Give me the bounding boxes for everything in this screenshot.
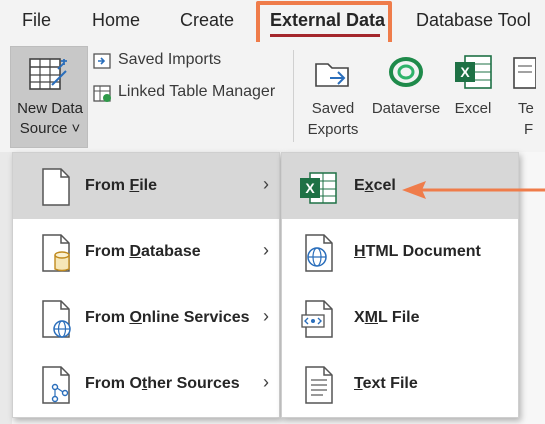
text-file-icon [513,57,537,89]
new-data-source-label-1: New Data [17,100,83,117]
saved-exports-label-2: Exports [307,121,359,138]
tab-create[interactable]: Create [180,10,234,31]
ribbon-body: New Data Source ˅ Saved Imports Linked T… [0,42,545,152]
menu-item-from-online-services[interactable]: From Online Services › [13,285,279,351]
menu-item-from-other-sources[interactable]: From Other Sources › [13,351,279,417]
dataverse-label: Dataverse [371,100,441,117]
external-data-highlight-box [256,1,392,48]
export-excel-button[interactable]: X Excel [447,52,499,119]
dataverse-button[interactable]: Dataverse [368,52,444,119]
export-excel-label: Excel [454,100,492,117]
svg-text:X: X [460,64,470,80]
other-sources-icon [42,366,70,404]
saved-imports-label: Saved Imports [118,51,222,68]
submenu-item-text-file[interactable]: Text File [282,351,518,417]
submenu-item-xml-file[interactable]: XML File [282,285,518,351]
cut-off-label-2: F [524,121,534,138]
database-icon [42,234,70,272]
text-file-icon [305,366,333,404]
new-data-source-menu: From File › From Database › From Online … [12,152,280,418]
html-document-icon [305,234,333,272]
chevron-right-icon: › [263,372,269,392]
menu-item-from-database[interactable]: From Database › [13,219,279,285]
xml-file-icon [301,300,333,338]
tab-file[interactable]: File [22,10,51,31]
excel-icon: X [455,55,492,89]
chevron-right-icon: › [263,240,269,260]
navigation-strip [0,152,12,424]
new-data-source-icon [29,58,67,90]
submenu-item-html-document[interactable]: HTML Document [282,219,518,285]
chevron-right-icon: › [263,174,269,194]
tab-home[interactable]: Home [92,10,140,31]
linked-table-manager-icon [93,85,111,102]
saved-exports-button[interactable]: Saved Exports [300,52,366,140]
ribbon-group-separator [293,50,294,142]
new-data-source-button[interactable]: New Data Source ˅ [10,46,88,148]
text-file-export-button-partial[interactable]: Te F [506,52,545,140]
menu-item-from-file[interactable]: From File › [13,153,279,219]
chevron-right-icon: › [263,306,269,326]
ribbon-tab-bar: File Home Create External Data Database … [0,0,545,48]
linked-table-manager-label: Linked Table Manager [118,83,276,100]
tab-database-tools[interactable]: Database Tool [416,10,531,31]
new-data-source-label-2: Source ˅ [19,120,81,137]
dataverse-icon [389,57,423,87]
saved-imports-icon [93,53,111,69]
saved-exports-icon [315,63,349,87]
cut-off-label-1: Te [518,100,534,117]
callout-arrow-icon [402,181,545,199]
saved-exports-label-1: Saved [311,100,355,117]
file-icon [42,168,70,206]
excel-icon: X [300,172,337,204]
svg-text:X: X [305,180,315,196]
online-services-icon [42,300,71,338]
